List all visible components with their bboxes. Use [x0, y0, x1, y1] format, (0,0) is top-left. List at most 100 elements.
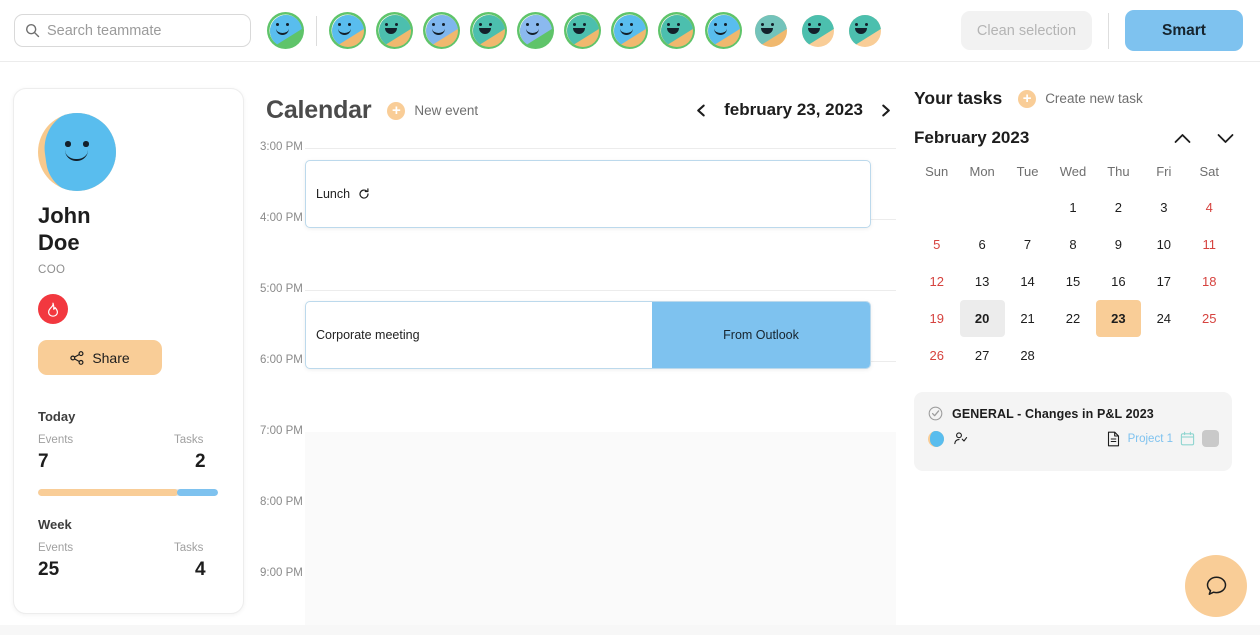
- check-circle-icon[interactable]: [928, 406, 943, 421]
- calendar-day[interactable]: 4: [1187, 189, 1232, 226]
- teammate-avatar[interactable]: [611, 12, 648, 49]
- calendar-icon[interactable]: [1180, 431, 1195, 446]
- calendar-day[interactable]: [1187, 337, 1232, 374]
- calendar-day[interactable]: 13: [960, 263, 1005, 300]
- teammate-avatar[interactable]: [376, 12, 413, 49]
- teammate-avatar[interactable]: [799, 12, 836, 49]
- calendar-day[interactable]: 15: [1050, 263, 1095, 300]
- time-label: 3:00 PM: [260, 141, 303, 153]
- calendar-day[interactable]: 7: [1005, 226, 1050, 263]
- fire-badge[interactable]: [38, 294, 68, 324]
- month-arrows: [1174, 133, 1246, 144]
- share-button[interactable]: Share: [38, 340, 162, 375]
- calendar-day-today[interactable]: 20: [959, 300, 1005, 337]
- calendar-day[interactable]: 27: [960, 337, 1005, 374]
- time-row: 6:00 PM: [250, 354, 896, 432]
- time-slot-cell[interactable]: [305, 361, 896, 432]
- teammate-avatar[interactable]: [658, 12, 695, 49]
- calendar-day[interactable]: [1096, 337, 1141, 374]
- plus-circle-icon[interactable]: +: [1018, 89, 1037, 108]
- create-new-task-button[interactable]: Create new task: [1045, 91, 1143, 106]
- calendar-day[interactable]: 22: [1050, 300, 1095, 337]
- time-label: 9:00 PM: [260, 567, 303, 579]
- app-root: Clean selection Smart John Doe COO: [0, 0, 1260, 635]
- calendar-day[interactable]: 9: [1096, 226, 1141, 263]
- calendar-day[interactable]: 14: [1005, 263, 1050, 300]
- calendar-day[interactable]: 12: [914, 263, 959, 300]
- current-date-label: february 23, 2023: [724, 100, 863, 119]
- calendar-day[interactable]: 10: [1141, 226, 1186, 263]
- search-box[interactable]: [14, 14, 251, 47]
- calendar-day[interactable]: 17: [1141, 263, 1186, 300]
- teammate-avatar[interactable]: [267, 12, 304, 49]
- profile-name: John Doe: [38, 202, 228, 256]
- calendar-day[interactable]: [1005, 189, 1050, 226]
- chat-button[interactable]: [1185, 555, 1247, 617]
- time-label: 8:00 PM: [260, 496, 303, 508]
- weekday-header: Sun: [925, 164, 949, 179]
- search-input[interactable]: [47, 22, 240, 39]
- calendar-day[interactable]: 21: [1005, 300, 1050, 337]
- calendar-day-selected[interactable]: 23: [1095, 300, 1141, 337]
- calendar-day[interactable]: 8: [1050, 226, 1095, 263]
- calendar-event[interactable]: Lunch: [305, 160, 871, 228]
- chevron-down-icon[interactable]: [1217, 133, 1234, 144]
- task-project-link[interactable]: Project 1: [1128, 433, 1173, 445]
- calendar-week-row: 5 6 7 8 9 10 11: [914, 226, 1232, 263]
- chevron-up-icon[interactable]: [1174, 133, 1191, 144]
- calendar-day[interactable]: 19: [914, 300, 959, 337]
- tasks-panel: Your tasks + Create new task February 20…: [914, 88, 1246, 471]
- stats-today-events-value: 7: [38, 451, 49, 472]
- event-source-badge: From Outlook: [652, 302, 870, 368]
- calendar-day[interactable]: 25: [1187, 300, 1232, 337]
- calendar-day[interactable]: 6: [960, 226, 1005, 263]
- page-title: Calendar: [266, 96, 372, 124]
- calendar-day[interactable]: 28: [1005, 337, 1050, 374]
- teammate-avatar[interactable]: [329, 12, 366, 49]
- calendar-day[interactable]: 11: [1187, 226, 1232, 263]
- calendar-day[interactable]: 3: [1141, 189, 1186, 226]
- time-slot-cell[interactable]: [305, 503, 896, 574]
- calendar-event[interactable]: Corporate meeting From Outlook: [305, 301, 871, 369]
- teammate-avatar[interactable]: [423, 12, 460, 49]
- teammate-avatar[interactable]: [517, 12, 554, 49]
- calendar-day[interactable]: [914, 189, 959, 226]
- teammate-avatar[interactable]: [564, 12, 601, 49]
- event-title: Lunch: [316, 187, 351, 201]
- time-slot-cell[interactable]: [305, 219, 896, 290]
- refresh-icon: [359, 188, 369, 199]
- clean-selection-button[interactable]: Clean selection: [961, 11, 1092, 50]
- smart-button[interactable]: Smart: [1125, 10, 1243, 51]
- bottom-bar: [0, 625, 1260, 635]
- profile-first-name: John: [38, 203, 91, 228]
- calendar-day[interactable]: 1: [1050, 189, 1095, 226]
- document-icon[interactable]: [1106, 431, 1121, 447]
- teammate-avatar[interactable]: [846, 12, 883, 49]
- new-event-button[interactable]: New event: [414, 103, 478, 118]
- calendar-day[interactable]: 18: [1187, 263, 1232, 300]
- teammate-avatar[interactable]: [470, 12, 507, 49]
- calendar-day[interactable]: [1141, 337, 1186, 374]
- weekday-header: Sat: [1199, 164, 1220, 179]
- calendar-day[interactable]: 26: [914, 337, 959, 374]
- calendar-day[interactable]: 5: [914, 226, 959, 263]
- plus-circle-icon[interactable]: +: [387, 101, 406, 120]
- today-progress-bar: [38, 489, 218, 496]
- calendar-day[interactable]: [1050, 337, 1095, 374]
- stats-week-events-value: 25: [38, 559, 60, 580]
- add-person-icon[interactable]: [953, 431, 968, 446]
- chevron-right-icon[interactable]: [879, 104, 892, 117]
- teammate-avatar[interactable]: [752, 12, 789, 49]
- time-row: 8:00 PM: [250, 496, 896, 574]
- task-card[interactable]: GENERAL - Changes in P&L 2023 Project 1: [914, 392, 1232, 471]
- calendar-day[interactable]: 2: [1096, 189, 1141, 226]
- share-label: Share: [92, 349, 130, 366]
- task-color-swatch[interactable]: [1202, 430, 1219, 447]
- calendar-day[interactable]: 16: [1096, 263, 1141, 300]
- chevron-left-icon[interactable]: [695, 104, 708, 117]
- calendar-day[interactable]: [960, 189, 1005, 226]
- teammate-avatar[interactable]: [705, 12, 742, 49]
- time-slot-cell[interactable]: [305, 432, 896, 503]
- weekday-header: Mon: [969, 164, 995, 179]
- calendar-day[interactable]: 24: [1141, 300, 1186, 337]
